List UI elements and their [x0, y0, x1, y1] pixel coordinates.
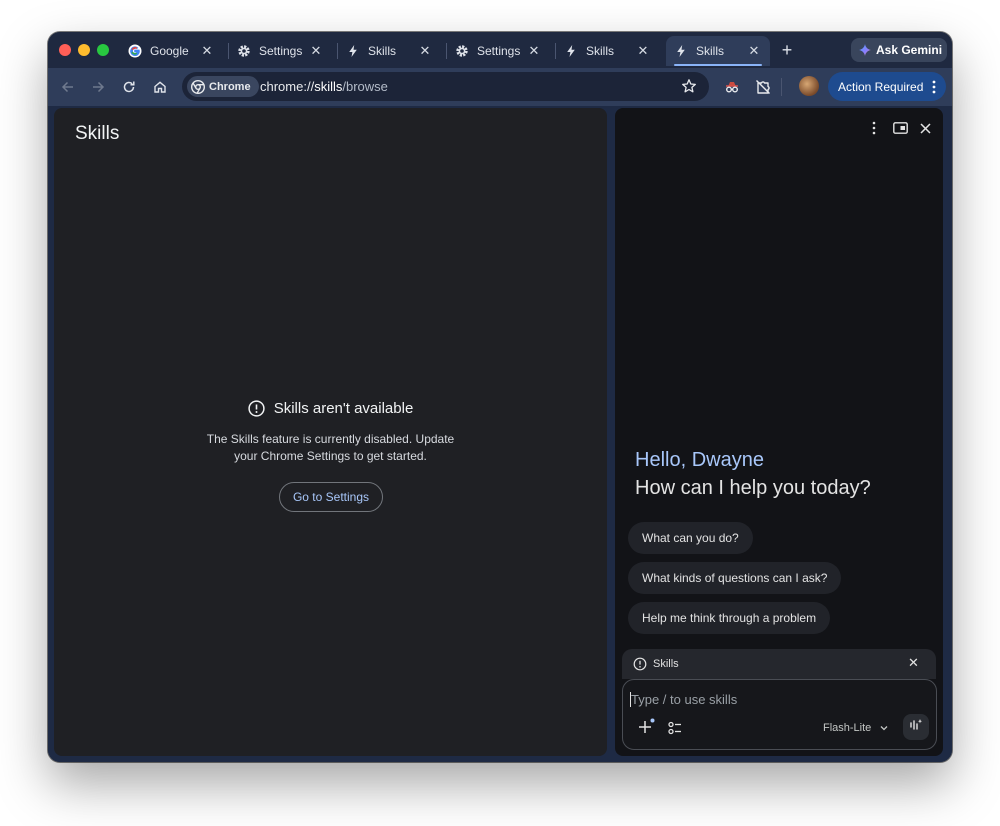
bolt-icon [564, 44, 578, 58]
ask-gemini-label: Ask Gemini [876, 43, 943, 57]
model-label: Flash-Lite [823, 722, 872, 734]
audio-waveform-icon [909, 718, 923, 737]
prompt-composer[interactable]: Type / to use skills Flash-Lite [622, 679, 937, 750]
skills-context-bar: Skills ✕ [622, 649, 936, 679]
chevron-down-icon [879, 723, 889, 733]
tab-skills-active[interactable]: Skills ✕ [666, 36, 770, 66]
tab-title: Skills [368, 44, 397, 58]
bolt-icon [674, 44, 688, 58]
chrome-logo-icon [190, 79, 206, 94]
info-icon [633, 657, 647, 671]
greeting-hello: Hello, Dwayne [635, 449, 764, 471]
tab-google[interactable]: Google ✕ [120, 36, 223, 66]
chip-label: Chrome [209, 80, 251, 93]
content-area: Skills Skills aren't available The Skill… [48, 106, 952, 762]
forward-arrow-icon[interactable] [88, 77, 108, 97]
ask-gemini-button[interactable]: Ask Gemini [851, 38, 947, 62]
browser-window: Google ✕ Settings ✕ Skills ✕ Settings ✕ … [48, 32, 952, 762]
add-icon[interactable] [637, 718, 655, 736]
url-path: /browse [342, 79, 388, 94]
new-tab-button[interactable]: + [777, 40, 797, 60]
picture-in-picture-icon[interactable] [892, 120, 908, 136]
notice-body-line: your Chrome Settings to get started. [234, 449, 427, 463]
unavailable-notice: Skills aren't available The Skills featu… [54, 400, 607, 465]
back-arrow-icon[interactable] [58, 77, 78, 97]
suggestion-chip[interactable]: What kinds of questions can I ask? [628, 562, 842, 594]
minimize-window-button[interactable] [78, 44, 90, 56]
close-icon[interactable]: ✕ [199, 43, 215, 59]
toolbar-divider [781, 78, 782, 96]
close-icon[interactable]: ✕ [908, 656, 920, 669]
tab-settings[interactable]: Settings ✕ [229, 36, 332, 66]
notice-title-text: Skills aren't available [273, 400, 414, 417]
bolt-icon [346, 44, 360, 58]
extension-disabled-icon[interactable] [753, 77, 773, 97]
gear-icon [455, 44, 469, 58]
url-host: skills [314, 79, 343, 94]
url-text: chrome://skills/browse [260, 79, 388, 94]
greeting-question: How can I help you today? [635, 477, 871, 499]
close-icon[interactable]: ✕ [417, 43, 433, 59]
greeting: Hello, Dwayne How can I help you today? [635, 446, 871, 502]
url-scheme: chrome:// [260, 79, 315, 94]
tab-title: Settings [477, 44, 521, 58]
voice-input-button[interactable] [903, 714, 929, 740]
tab-title: Skills [696, 44, 725, 58]
action-required-button[interactable]: Action Required [828, 72, 946, 101]
tab-strip: Google ✕ Settings ✕ Skills ✕ Settings ✕ … [48, 32, 952, 68]
tab-skills[interactable]: Skills ✕ [556, 36, 659, 66]
notice-body-line: The Skills feature is currently disabled… [206, 432, 455, 446]
close-icon[interactable]: ✕ [635, 43, 651, 59]
reload-icon[interactable] [119, 77, 139, 97]
notice-title: Skills aren't available [248, 400, 414, 417]
notice-body: The Skills feature is currently disabled… [54, 431, 607, 465]
profile-avatar[interactable] [799, 76, 819, 96]
suggestion-chip[interactable]: What can you do? [628, 522, 753, 554]
tab-title: Settings [259, 44, 303, 58]
tab-skills[interactable]: Skills ✕ [338, 36, 441, 66]
go-to-settings-button[interactable]: Go to Settings [279, 482, 383, 512]
home-icon[interactable] [150, 77, 170, 97]
skills-page: Skills Skills aren't available The Skill… [54, 108, 607, 756]
suggestion-chip[interactable]: Help me think through a problem [628, 602, 831, 634]
prompt-input-placeholder[interactable]: Type / to use skills [631, 692, 737, 707]
tab-title: Skills [586, 44, 615, 58]
close-icon[interactable]: ✕ [526, 43, 542, 59]
model-selector[interactable]: Flash-Lite [823, 722, 889, 734]
gemini-side-panel: Hello, Dwayne How can I help you today? … [615, 108, 943, 756]
maximize-window-button[interactable] [97, 44, 109, 56]
toolbar: Chrome chrome://skills/browse Action Req… [48, 68, 952, 106]
bookmark-star-icon[interactable] [681, 78, 697, 94]
warning-icon [248, 400, 265, 417]
more-vert-icon[interactable] [866, 120, 882, 136]
address-bar[interactable]: Chrome chrome://skills/browse [182, 72, 709, 101]
more-vert-icon [932, 80, 936, 94]
close-icon[interactable]: ✕ [308, 43, 324, 59]
google-g-icon [128, 44, 142, 58]
gear-icon [237, 44, 251, 58]
incognito-extension-icon[interactable] [722, 77, 742, 97]
page-title: Skills [75, 123, 120, 144]
close-icon[interactable] [917, 120, 933, 136]
gemini-spark-icon [859, 44, 871, 56]
site-info-chip[interactable]: Chrome [187, 76, 259, 97]
tools-icon[interactable] [667, 720, 683, 736]
skills-bar-label: Skills [653, 658, 679, 670]
tab-title: Google [150, 44, 189, 58]
tab-settings[interactable]: Settings ✕ [447, 36, 550, 66]
close-icon[interactable]: ✕ [746, 43, 762, 59]
close-window-button[interactable] [59, 44, 71, 56]
action-required-label: Action Required [838, 79, 924, 94]
